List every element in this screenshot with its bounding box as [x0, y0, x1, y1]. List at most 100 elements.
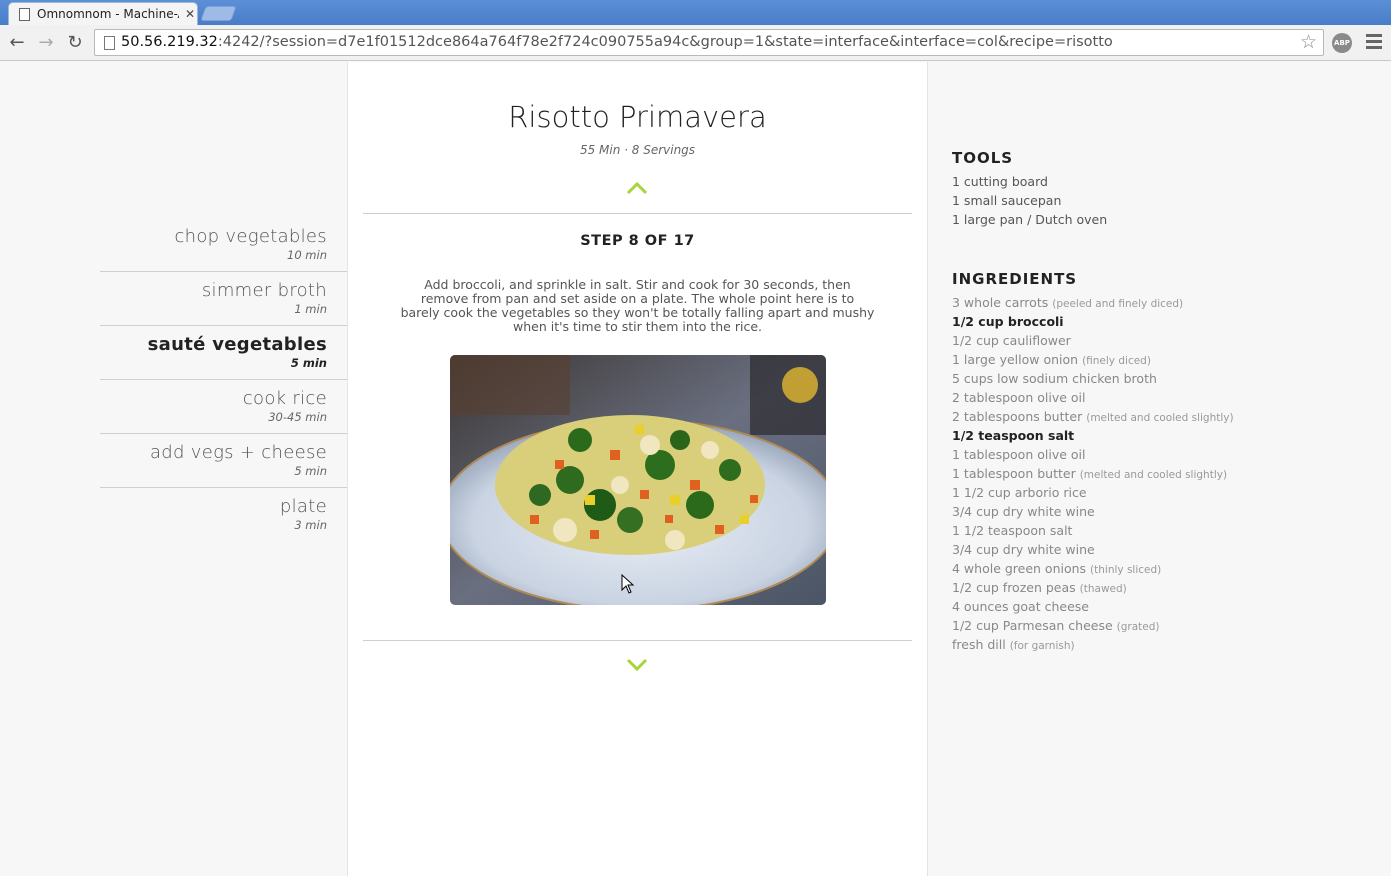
step-heading: STEP 8 OF 17	[580, 233, 695, 249]
ingredient-item: 2 tablespoon olive oil	[952, 388, 1234, 407]
ingredient-text: 3/4 cup dry white wine	[952, 542, 1095, 557]
ingredients-list: 3 whole carrots (peeled and finely diced…	[952, 293, 1234, 654]
ingredient-item: 3/4 cup dry white wine	[952, 540, 1234, 559]
tool-item: 1 large pan / Dutch oven	[952, 212, 1108, 227]
ingredient-note: (melted and cooled slightly)	[1079, 469, 1228, 481]
tool-item: 1 cutting board	[952, 174, 1048, 189]
tool-item: 1 small saucepan	[952, 193, 1062, 208]
step-name: add vegs + cheese	[149, 442, 327, 463]
mouse-cursor-icon	[621, 574, 635, 594]
ingredient-note: (thawed)	[1079, 583, 1127, 595]
ingredient-item: 4 whole green onions (thinly sliced)	[952, 559, 1234, 578]
divider	[363, 640, 912, 641]
ingredient-item: 1 tablespoon butter (melted and cooled s…	[952, 464, 1234, 483]
step-photo	[450, 355, 826, 605]
ingredient-text: fresh dill	[952, 637, 1006, 652]
step-name: plate	[279, 496, 327, 517]
close-tab-icon[interactable]: ✕	[185, 7, 195, 21]
ingredient-item: 3 whole carrots (peeled and finely diced…	[952, 293, 1234, 312]
step-time: 1 min	[294, 302, 327, 316]
ingredient-item: 4 ounces goat cheese	[952, 597, 1234, 616]
ingredient-text: 4 whole green onions	[952, 561, 1087, 576]
ingredient-item: 1/2 cup frozen peas (thawed)	[952, 578, 1234, 597]
ingredient-text: 1 1/2 cup arborio rice	[952, 485, 1087, 500]
ingredient-text: 1/2 cup broccoli	[952, 314, 1064, 329]
step-instructions: Add broccoli, and sprinkle in salt. Stir…	[400, 277, 875, 334]
chevron-up-icon[interactable]	[626, 181, 648, 195]
ingredient-text: 1/2 teaspoon salt	[952, 428, 1075, 443]
ingredient-item: 1 tablespoon olive oil	[952, 445, 1234, 464]
page-icon	[19, 7, 30, 21]
reload-icon[interactable]: ↻	[63, 31, 87, 55]
url-text: 50.56.219.32:4242/?session=d7e1f01512dce…	[121, 34, 1113, 50]
ingredient-text: 1 large yellow onion	[952, 352, 1079, 367]
recipe-title: Risotto Primavera	[508, 100, 767, 134]
ingredients-heading: INGREDIENTS	[952, 270, 1078, 288]
ingredient-note: (thinly sliced)	[1090, 564, 1162, 576]
step-name: chop vegetables	[174, 226, 327, 247]
forward-arrow-icon[interactable]: →	[34, 31, 58, 55]
ingredient-note: (grated)	[1116, 621, 1160, 633]
recipe-main: Risotto Primavera 55 Min · 8 Servings ST…	[347, 62, 928, 876]
ingredient-text: 1 tablespoon butter	[952, 466, 1076, 481]
ingredient-item: 1/2 teaspoon salt	[952, 426, 1234, 445]
recipe-page: chop vegetables 10 min simmer broth 1 min sa…	[0, 62, 1391, 876]
step-time: 5 min	[294, 464, 327, 478]
sidebar-right: TOOLS 1 cutting board 1 small saucepan 1 l…	[928, 62, 1391, 876]
ingredient-item: 5 cups low sodium chicken broth	[952, 369, 1234, 388]
ingredient-text: 2 tablespoons butter	[952, 409, 1083, 424]
browser-toolbar: ← → ↻ 50.56.219.32:4242/?session=d7e1f01…	[0, 25, 1391, 61]
step-time: 30-45 min	[268, 410, 327, 424]
ingredient-item: 1/2 cup Parmesan cheese (grated)	[952, 616, 1234, 635]
step-time: 5 min	[290, 356, 327, 370]
step-item[interactable]: add vegs + cheese 5 min	[100, 434, 347, 488]
ingredient-item: 2 tablespoons butter (melted and cooled …	[952, 407, 1234, 426]
ingredient-text: 3 whole carrots	[952, 295, 1049, 310]
ingredient-item: 1 1/2 cup arborio rice	[952, 483, 1234, 502]
steps-column: chop vegetables 10 min simmer broth 1 min sa…	[0, 62, 347, 876]
step-list: chop vegetables 10 min simmer broth 1 min sa…	[100, 218, 347, 542]
browser-tab[interactable]: Omnomnom - Machine-A ✕	[8, 2, 198, 25]
divider	[363, 213, 912, 214]
adblock-icon[interactable]: ABP	[1332, 33, 1352, 53]
ingredient-item: 1 1/2 teaspoon salt	[952, 521, 1234, 540]
ingredient-text: 1/2 cup frozen peas	[952, 580, 1076, 595]
tools-list: 1 cutting board 1 small saucepan 1 large p…	[952, 172, 1107, 229]
step-item[interactable]: chop vegetables 10 min	[100, 218, 347, 272]
ingredient-text: 4 ounces goat cheese	[952, 599, 1089, 614]
ingredient-item: 3/4 cup dry white wine	[952, 502, 1234, 521]
page-icon	[104, 36, 115, 50]
ingredient-text: 3/4 cup dry white wine	[952, 504, 1095, 519]
recipe-meta: 55 Min · 8 Servings	[579, 143, 696, 157]
ingredient-text: 5 cups low sodium chicken broth	[952, 371, 1157, 386]
hamburger-menu-icon[interactable]	[1366, 34, 1382, 50]
ingredient-item: 1/2 cup broccoli	[952, 312, 1234, 331]
ingredient-note: (finely diced)	[1082, 355, 1151, 367]
step-name: simmer broth	[201, 280, 327, 301]
tab-strip: Omnomnom - Machine-A ✕	[0, 0, 1391, 25]
step-time: 3 min	[294, 518, 327, 532]
ingredient-text: 1/2 cup Parmesan cheese	[952, 618, 1113, 633]
step-item[interactable]: sauté vegetables 5 min	[100, 326, 347, 380]
ingredient-text: 1 tablespoon olive oil	[952, 447, 1086, 462]
step-item[interactable]: cook rice 30-45 min	[100, 380, 347, 434]
new-tab-button[interactable]	[200, 6, 237, 21]
chevron-down-icon[interactable]	[626, 658, 648, 672]
ingredient-item: 1 large yellow onion (finely diced)	[952, 350, 1234, 369]
star-icon[interactable]: ☆	[1300, 31, 1317, 53]
ingredient-text: 2 tablespoon olive oil	[952, 390, 1086, 405]
step-item[interactable]: simmer broth 1 min	[100, 272, 347, 326]
address-bar[interactable]: 50.56.219.32:4242/?session=d7e1f01512dce…	[94, 29, 1324, 56]
step-item[interactable]: plate 3 min	[100, 488, 347, 542]
ingredient-item: 1/2 cup cauliflower	[952, 331, 1234, 350]
step-name: cook rice	[242, 388, 327, 409]
ingredient-note: (melted and cooled slightly)	[1086, 412, 1234, 424]
back-arrow-icon[interactable]: ←	[5, 31, 29, 55]
ingredient-text: 1/2 cup cauliflower	[952, 333, 1071, 348]
tools-heading: TOOLS	[952, 149, 1014, 167]
tab-title: Omnomnom - Machine-A	[37, 7, 179, 21]
ingredient-note: (peeled and finely diced)	[1052, 298, 1184, 310]
step-name: sauté vegetables	[147, 334, 327, 355]
step-time: 10 min	[287, 248, 327, 262]
ingredient-note: (for garnish)	[1009, 640, 1075, 652]
